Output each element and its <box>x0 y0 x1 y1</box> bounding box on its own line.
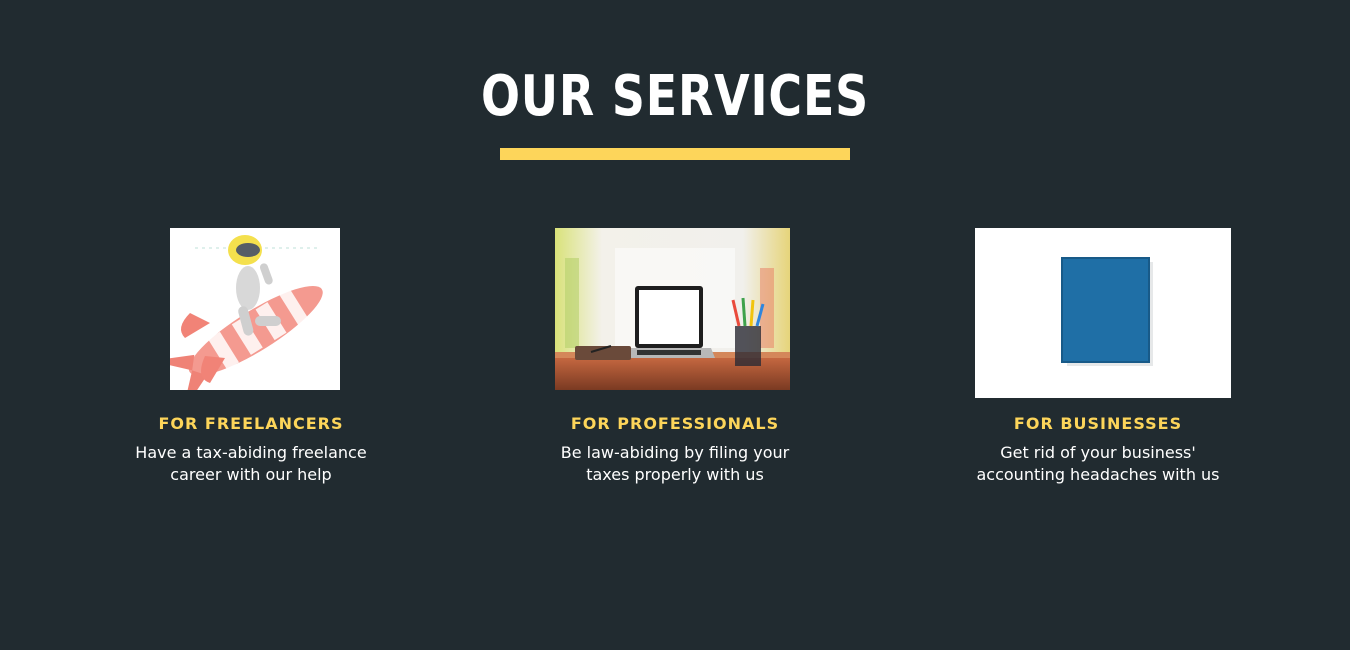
freelancers-description: Have a tax-abiding freelance career with… <box>135 443 367 484</box>
title-underline <box>500 148 850 160</box>
businesses-title: FOR BUSINESSES <box>1013 414 1183 433</box>
businesses-description: Get rid of your business' accounting hea… <box>976 443 1220 484</box>
professionals-image <box>555 228 790 390</box>
services-section: OUR SERVICES FOR FREELANCERS Have a tax-… <box>0 0 1350 650</box>
professionals-description: Be law-abiding by filing your taxes prop… <box>560 443 790 484</box>
businesses-image <box>975 228 1231 398</box>
freelancers-title: FOR FREELANCERS <box>158 414 344 433</box>
section-title: OUR SERVICES <box>480 64 870 129</box>
freelancers-image <box>170 228 340 390</box>
professionals-title: FOR PROFESSIONALS <box>570 414 780 433</box>
